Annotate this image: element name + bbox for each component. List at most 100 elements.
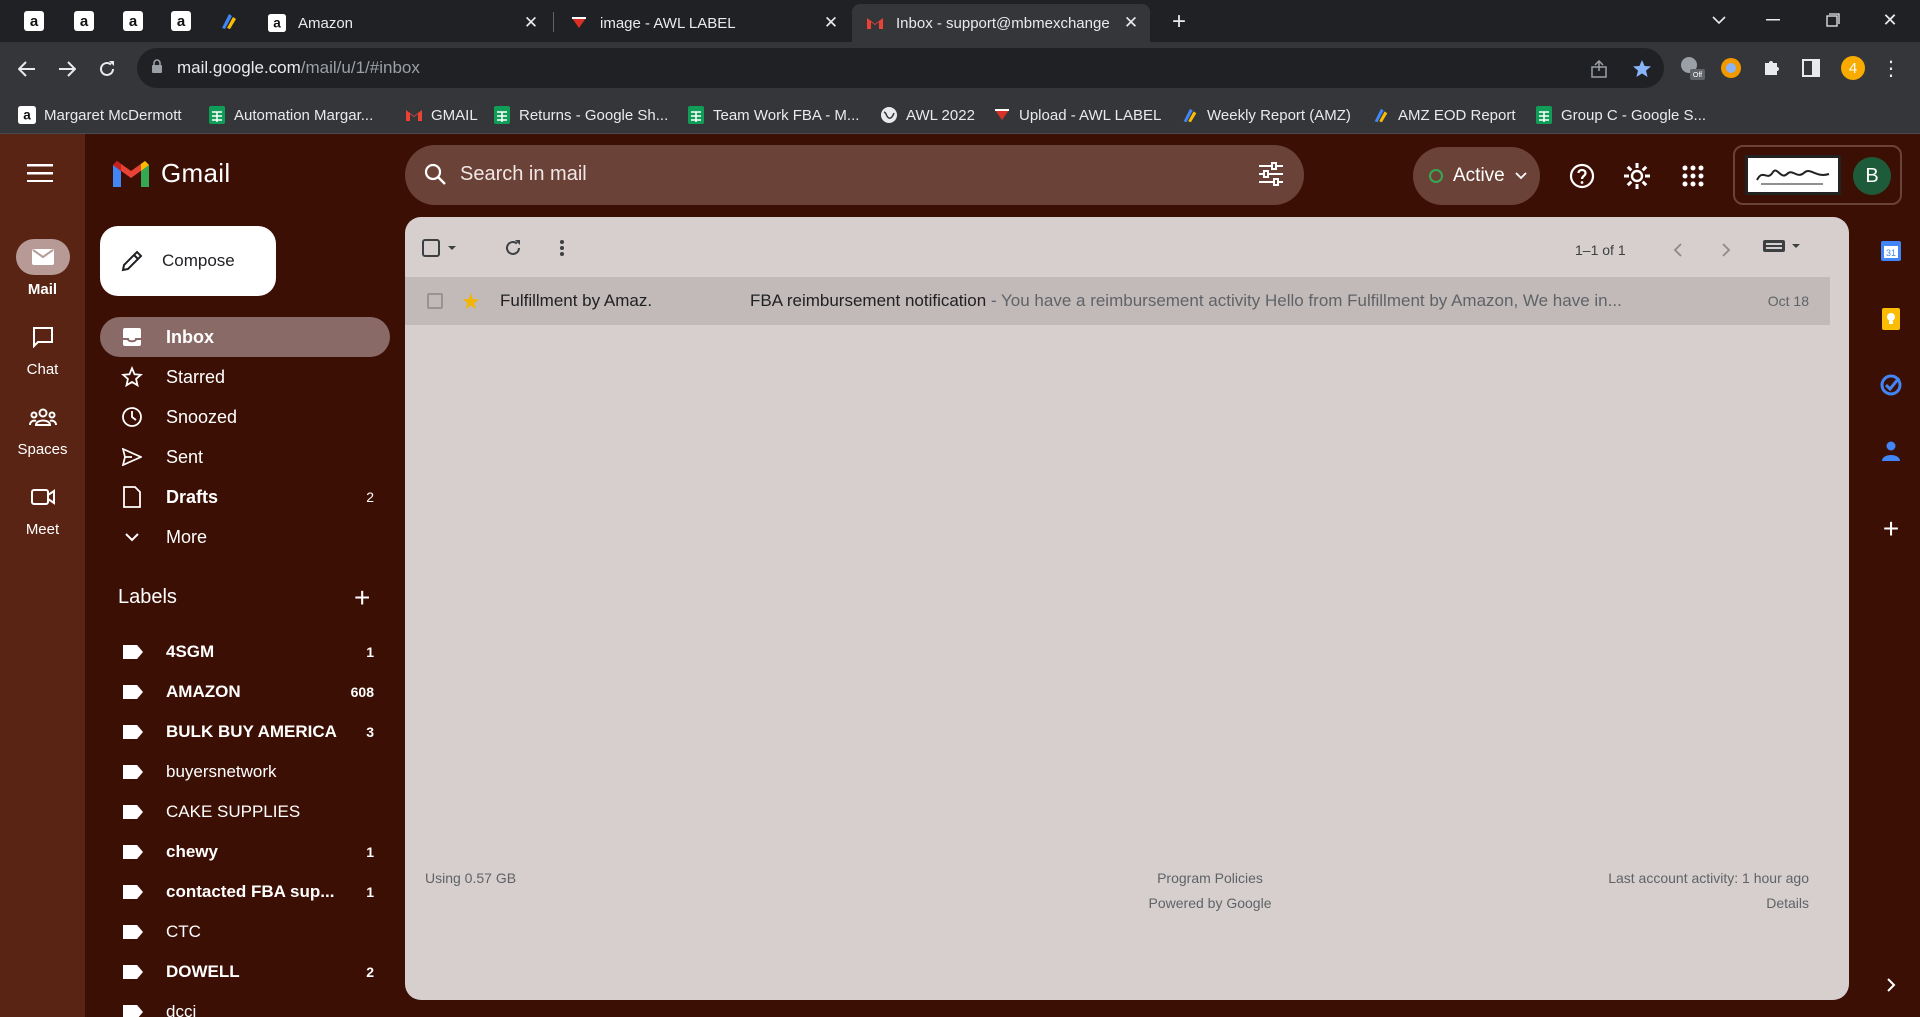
star-icon[interactable]: ★ (461, 289, 481, 315)
tab-awl-label[interactable]: image - AWL LABEL ✕ (556, 4, 850, 42)
program-policies-link[interactable]: Program Policies (1060, 870, 1360, 886)
details-link[interactable]: Details (1405, 895, 1809, 911)
search-bar[interactable]: Search in mail (405, 145, 1304, 205)
colorful-app-icon (1372, 106, 1390, 124)
label-item[interactable]: BULK BUY AMERICA 3 (100, 712, 390, 752)
back-icon[interactable] (12, 54, 42, 84)
bookmark-automation[interactable]: Automation Margar... (208, 103, 373, 127)
address-bar[interactable]: mail.google.com/mail/u/1/#inbox (137, 48, 1664, 88)
rail-spaces[interactable]: Spaces (0, 399, 85, 458)
share-icon[interactable] (1588, 58, 1610, 80)
nav-label: Inbox (166, 326, 214, 347)
bookmark-weekly-report[interactable]: Weekly Report (AMZ) (1181, 103, 1351, 127)
pinned-tab-amazon-3[interactable]: a (120, 8, 146, 34)
more-options-icon[interactable] (547, 233, 577, 263)
reload-icon[interactable] (92, 54, 122, 84)
bookmark-returns[interactable]: Returns - Google Sh... (493, 103, 668, 127)
inbox-panel: 1–1 of 1 ★ Fulfillment by Amaz. FBA reim… (405, 217, 1849, 1000)
bookmark-margaret[interactable]: a Margaret McDermott (18, 103, 182, 127)
show-side-panel-icon[interactable] (1877, 971, 1905, 999)
label-item[interactable]: CAKE SUPPLIES (100, 792, 390, 832)
nav-sent[interactable]: Sent (100, 437, 390, 477)
forward-icon[interactable] (52, 54, 82, 84)
nav-drafts[interactable]: Drafts 2 (100, 477, 390, 517)
restore-icon[interactable] (1813, 4, 1853, 36)
label-item[interactable]: CTC (100, 912, 390, 952)
label-item[interactable]: buyersnetwork (100, 752, 390, 792)
help-icon[interactable] (1568, 162, 1596, 190)
label-item[interactable]: DOWELL 2 (100, 952, 390, 992)
close-tab-icon[interactable]: ✕ (520, 12, 542, 34)
bookmark-gmail[interactable]: GMAIL (405, 103, 478, 127)
label-name: chewy (166, 842, 218, 861)
email-snippet: - You have a reimbursement activity Hell… (986, 291, 1622, 310)
nav-more[interactable]: More (100, 517, 390, 557)
url-text: mail.google.com/mail/u/1/#inbox (177, 58, 420, 78)
new-tab-button[interactable]: + (1165, 8, 1193, 36)
extensions-puzzle-icon[interactable] (1759, 55, 1785, 81)
compose-button[interactable]: Compose (100, 226, 276, 296)
tab-search-icon[interactable] (1699, 4, 1739, 36)
label-item[interactable]: dcci (100, 992, 390, 1017)
bookmark-eod-report[interactable]: AMZ EOD Report (1372, 103, 1516, 127)
close-tab-icon[interactable]: ✕ (820, 12, 842, 34)
calendar-icon[interactable]: 31 (1877, 237, 1905, 265)
input-tools-button[interactable] (1763, 239, 1803, 253)
label-item[interactable]: 4SGM 1 (100, 632, 390, 672)
select-all-checkbox[interactable] (419, 233, 463, 263)
get-addons-icon[interactable]: + (1877, 513, 1905, 544)
color-extension-icon[interactable] (1718, 55, 1744, 81)
close-window-icon[interactable]: ✕ (1870, 4, 1910, 36)
contacts-icon[interactable] (1877, 437, 1905, 465)
bookmark-upload-awl[interactable]: Upload - AWL LABEL (993, 103, 1161, 127)
bookmark-group-c[interactable]: Group C - Google S... (1535, 103, 1706, 127)
bookmark-star-icon[interactable] (1631, 58, 1653, 80)
label-name: dcci (166, 1002, 197, 1017)
side-panel-icon[interactable] (1798, 55, 1824, 81)
minimize-icon[interactable] (1753, 4, 1793, 36)
close-tab-icon[interactable]: ✕ (1120, 12, 1142, 34)
main-menu-icon[interactable] (27, 164, 53, 187)
email-row[interactable]: ★ Fulfillment by Amaz. FBA reimbursement… (405, 277, 1830, 325)
tab-inbox[interactable]: Inbox - support@mbmexchange ✕ (852, 4, 1150, 42)
email-checkbox[interactable] (427, 293, 443, 309)
extension-off-icon[interactable]: Off (1679, 55, 1705, 81)
keep-icon[interactable] (1877, 305, 1905, 333)
rail-chat[interactable]: Chat (0, 319, 85, 378)
bookmark-awl-2022[interactable]: AWL 2022 (880, 103, 975, 127)
settings-gear-icon[interactable] (1623, 162, 1651, 190)
add-label-icon[interactable]: + (354, 582, 370, 614)
label-item[interactable]: contacted FBA sup... 1 (100, 872, 390, 912)
browser-menu-icon[interactable]: ⋮ (1878, 55, 1904, 81)
bookmark-teamwork[interactable]: Team Work FBA - M... (687, 103, 859, 127)
pinned-tab-app[interactable] (216, 8, 242, 34)
nav-snoozed[interactable]: Snoozed (100, 397, 390, 437)
search-input[interactable]: Search in mail (460, 163, 587, 186)
pinned-tab-amazon-4[interactable]: a (168, 8, 194, 34)
label-item[interactable]: AMAZON 608 (100, 672, 390, 712)
rail-meet[interactable]: Meet (0, 479, 85, 538)
apps-grid-icon[interactable] (1679, 162, 1707, 190)
label-name: AMAZON (166, 682, 241, 701)
tasks-icon[interactable] (1877, 371, 1905, 399)
status-button[interactable]: Active (1413, 147, 1540, 205)
nav-starred[interactable]: Starred (100, 357, 390, 397)
profile-badge-icon[interactable]: 4 (1840, 55, 1866, 81)
label-item[interactable]: chewy 1 (100, 832, 390, 872)
email-sender: Fulfillment by Amaz. (500, 291, 653, 310)
rail-mail[interactable]: Mail (0, 239, 85, 298)
prev-page-icon[interactable] (1664, 237, 1690, 263)
next-page-icon[interactable] (1713, 237, 1739, 263)
mail-icon (15, 239, 70, 275)
nav-label: Sent (166, 446, 204, 467)
pinned-tab-amazon-2[interactable]: a (71, 8, 97, 34)
refresh-icon[interactable] (498, 233, 528, 263)
tab-amazon[interactable]: a Amazon ✕ (254, 4, 550, 42)
label-count: 1 (366, 884, 374, 900)
pinned-tab-amazon-1[interactable]: a (21, 8, 47, 34)
nav-label: Starred (166, 366, 226, 387)
nav-inbox[interactable]: Inbox (100, 317, 390, 357)
search-options-icon[interactable] (1258, 162, 1284, 191)
search-icon[interactable] (423, 162, 447, 191)
gmail-logo[interactable]: Gmail (111, 158, 230, 189)
